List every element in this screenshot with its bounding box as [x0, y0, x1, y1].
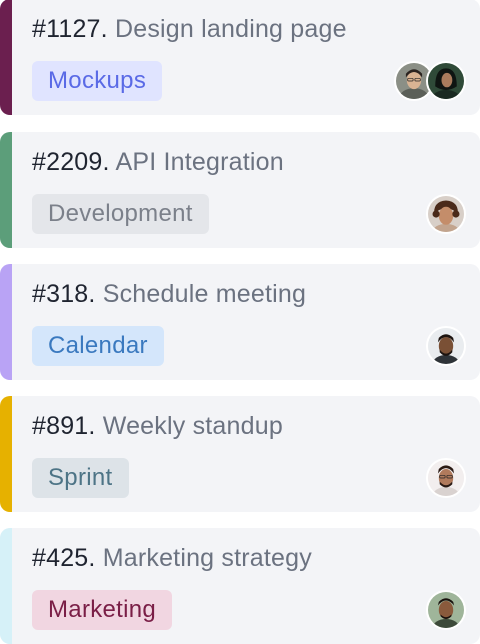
task-title: #318. Schedule meeting: [32, 278, 306, 310]
avatar-photo-icon: [428, 328, 464, 364]
avatar-photo-icon: [428, 592, 464, 628]
task-title-text: Weekly standup: [102, 412, 283, 440]
task-title-text: Design landing page: [114, 15, 347, 43]
task-card[interactable]: #1127. Design landing page Mockups: [0, 0, 480, 115]
task-tag[interactable]: Sprint: [32, 458, 129, 498]
task-title: #1127. Design landing page: [32, 13, 347, 45]
task-number: #318.: [32, 280, 96, 308]
task-card[interactable]: #425. Marketing strategy Marketing: [0, 528, 480, 644]
assignee-avatar[interactable]: [426, 194, 466, 234]
task-number: #425.: [32, 544, 96, 572]
task-title-text: Marketing strategy: [102, 544, 312, 572]
task-title-text: API Integration: [115, 148, 284, 176]
task-tag[interactable]: Calendar: [32, 326, 164, 366]
task-number: #1127.: [32, 15, 108, 43]
task-number: #891.: [32, 412, 96, 440]
priority-accent-bar: [0, 0, 12, 115]
assignee-avatar[interactable]: [426, 61, 466, 101]
task-tag[interactable]: Marketing: [32, 590, 173, 630]
task-tag[interactable]: Mockups: [32, 61, 163, 101]
task-tag[interactable]: Development: [32, 194, 209, 234]
avatar-photo-icon: [428, 63, 464, 99]
avatar-photo-icon: [428, 460, 464, 496]
task-title-text: Schedule meeting: [102, 280, 307, 308]
priority-accent-bar: [0, 132, 12, 248]
assignee-avatar[interactable]: [426, 326, 466, 366]
assignee-avatar[interactable]: [426, 590, 466, 630]
avatar-photo-icon: [428, 196, 464, 232]
task-card[interactable]: #2209. API Integration Development: [0, 132, 480, 248]
task-card[interactable]: #891. Weekly standup Sprint: [0, 396, 480, 512]
task-title: #425. Marketing strategy: [32, 542, 312, 574]
priority-accent-bar: [0, 528, 12, 644]
task-list: #1127. Design landing page Mockups #2209…: [0, 0, 480, 644]
priority-accent-bar: [0, 264, 12, 380]
assignee-avatar[interactable]: [426, 458, 466, 498]
task-number: #2209.: [32, 148, 110, 176]
task-title: #2209. API Integration: [32, 146, 284, 178]
priority-accent-bar: [0, 396, 12, 512]
task-card[interactable]: #318. Schedule meeting Calendar: [0, 264, 480, 380]
task-title: #891. Weekly standup: [32, 410, 283, 442]
